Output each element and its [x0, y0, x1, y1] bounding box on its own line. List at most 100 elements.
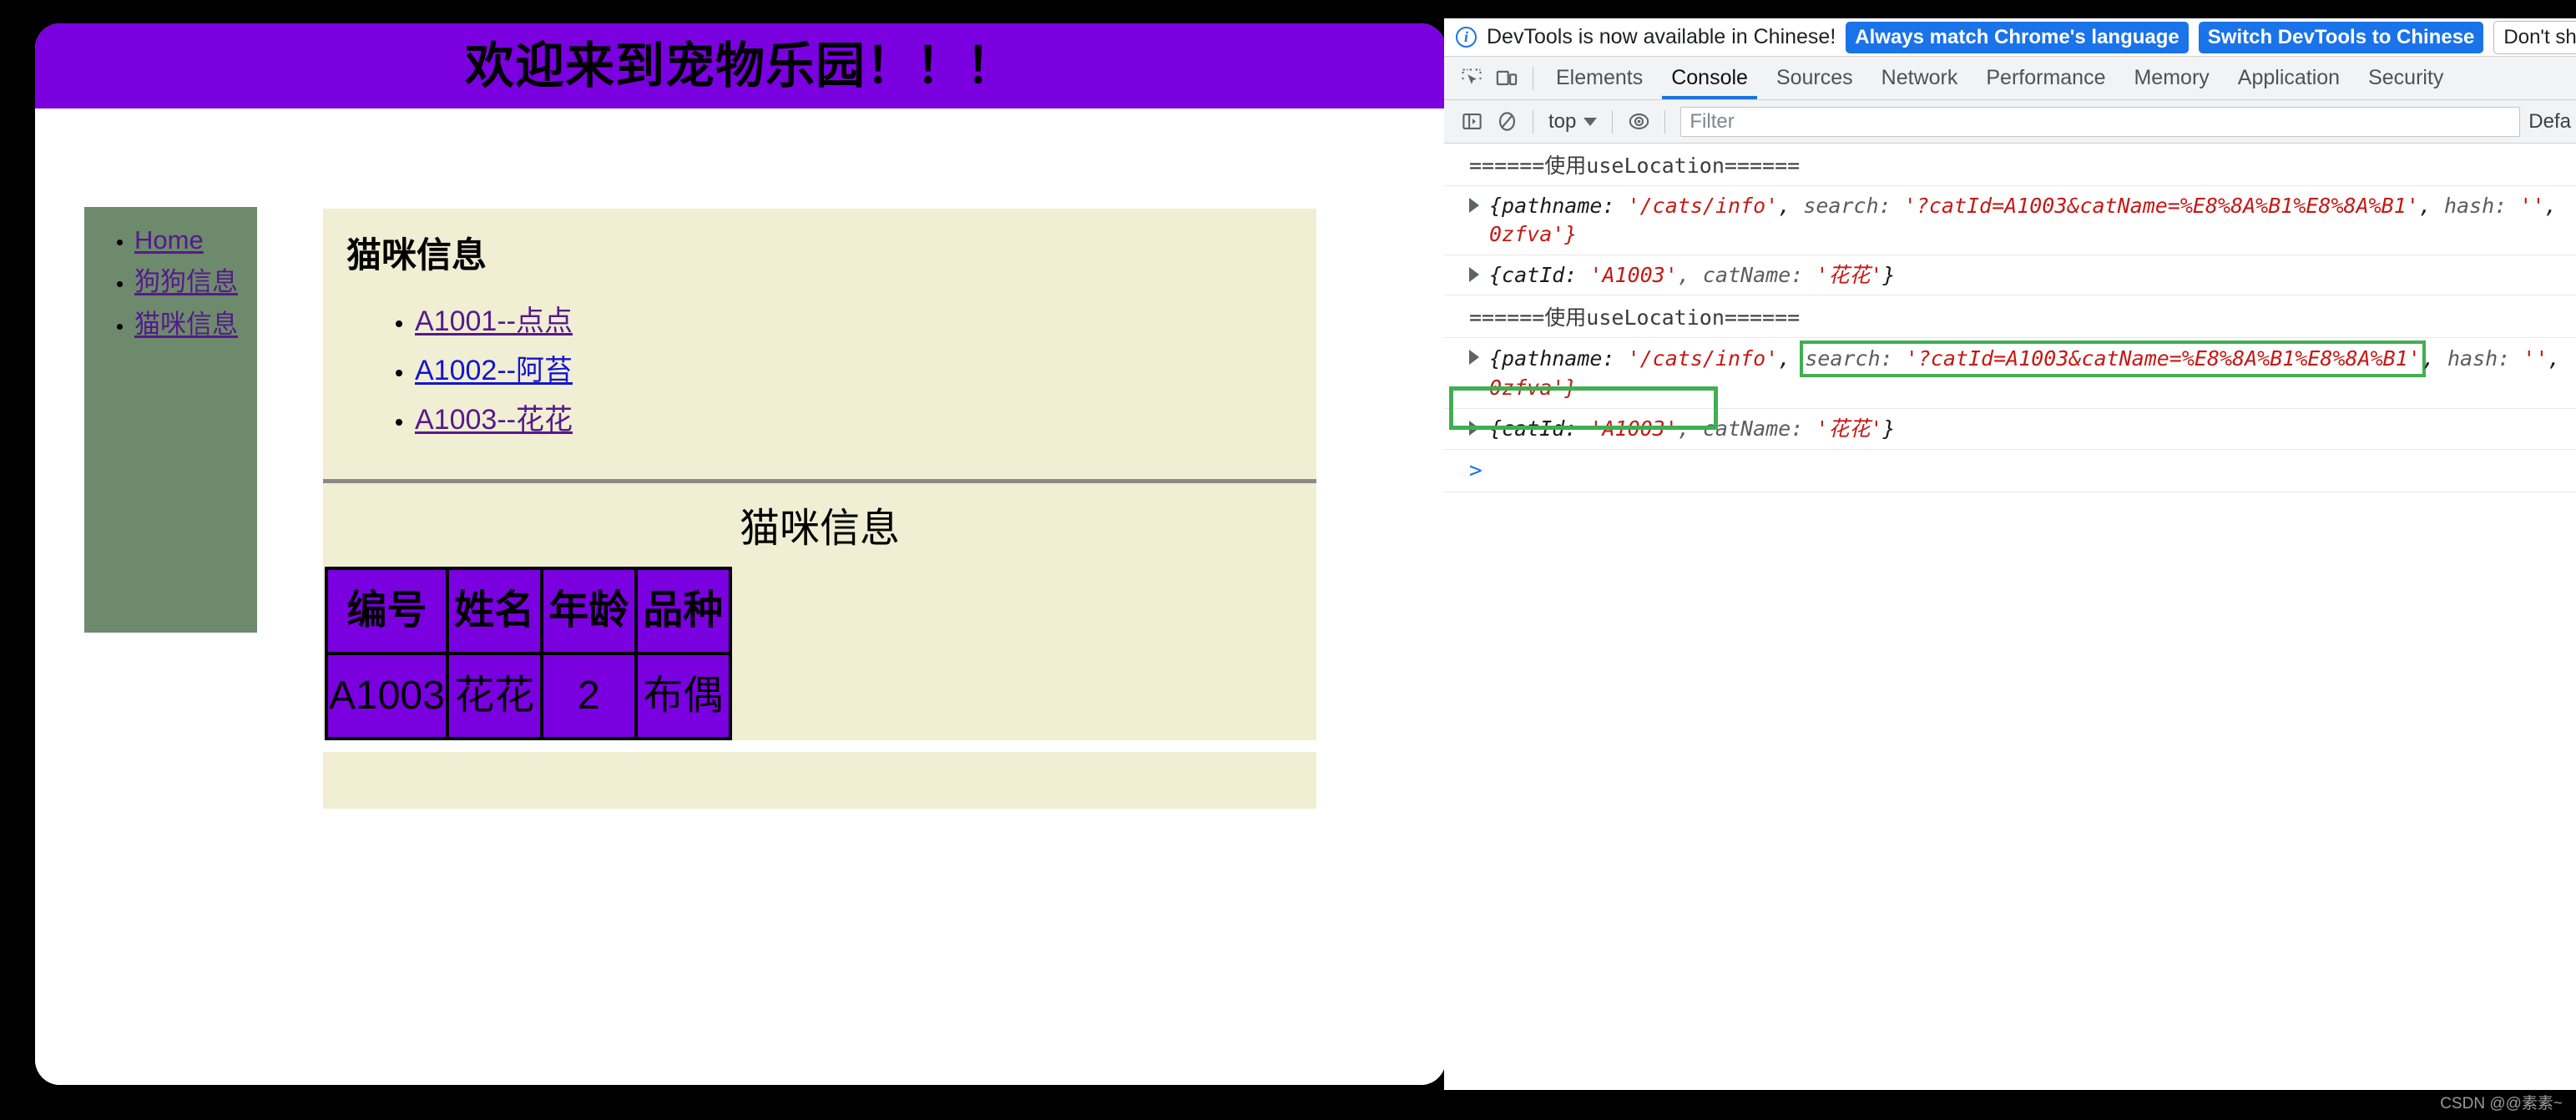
tab-memory[interactable]: Memory — [2119, 57, 2223, 99]
tab-application[interactable]: Application — [2224, 57, 2354, 99]
cat-link-a1002[interactable]: A1002--阿苔 — [415, 355, 573, 386]
log-object-row-cat-1[interactable]: {catId: 'A1003', catName: '花花'} — [1444, 255, 2576, 296]
obj-comma: , — [2544, 194, 2557, 218]
obj-search-key: search: — [1803, 194, 1903, 218]
execution-context-dropdown[interactable]: top — [1542, 110, 1604, 134]
obj-comma: , — [2422, 346, 2447, 371]
column-header-age: 年龄 — [542, 568, 636, 653]
always-match-language-button[interactable]: Always match Chrome's language — [1846, 22, 2189, 53]
obj-search-key: search: — [1805, 346, 1905, 371]
info-icon: i — [1456, 27, 1477, 48]
obj-catname-value: '花花' — [1816, 263, 1882, 287]
log-separator-row: ======使用useLocation====== — [1444, 295, 2576, 338]
table-row: A1003 花花 2 布偶 — [326, 653, 730, 739]
cat-detail-section: 猫咪信息 编号 姓名 年龄 品种 A1003 — [323, 483, 1316, 752]
tab-performance[interactable]: Performance — [1972, 57, 2119, 99]
page-title: 欢迎来到宠物乐园！！！ — [465, 42, 1016, 91]
table-header-row: 编号 姓名 年龄 品种 — [326, 568, 730, 653]
log-object-row-location-2[interactable]: {pathname: '/cats/info', search: '?catId… — [1444, 338, 2576, 409]
tab-console[interactable]: Console — [1657, 57, 1762, 99]
tab-network[interactable]: Network — [1867, 57, 1972, 99]
banner-message: DevTools is now available in Chinese! — [1487, 25, 1836, 49]
console-prompt-row[interactable]: > — [1444, 450, 2576, 492]
obj-prefix: {pathname: — [1489, 346, 1628, 371]
tab-security[interactable]: Security — [2354, 57, 2457, 99]
device-toolbar-icon[interactable] — [1489, 61, 1524, 96]
obj-catname-key: , catName: — [1678, 416, 1816, 441]
list-item: Home — [134, 225, 257, 255]
obj-comma: , — [2419, 194, 2444, 218]
obj-catname-key: , catName: — [1678, 263, 1816, 287]
csdn-watermark: CSDN @@素素~ — [2440, 1091, 2563, 1113]
tab-elements[interactable]: Elements — [1542, 57, 1657, 99]
obj-hash-value: '' — [2523, 346, 2548, 371]
console-prompt-caret-icon: > — [1469, 458, 1482, 483]
list-item: 狗狗信息 — [134, 260, 257, 298]
cell-breed: 布偶 — [636, 653, 730, 739]
log-levels-dropdown[interactable]: Defa — [2520, 110, 2571, 134]
obj-pathname-value: '/cats/info' — [1628, 194, 1779, 218]
screenshot-root: 欢迎来到宠物乐园！！！ Home 狗狗信息 猫咪信息 — [0, 0, 2576, 1120]
list-item: A1001--点点 — [415, 298, 1316, 339]
log-object-text: {pathname: '/cats/info', search: '?catId… — [1444, 344, 2576, 402]
obj-hash-value: '' — [2519, 194, 2544, 218]
cat-link-a1003[interactable]: A1003--花花 — [415, 404, 573, 436]
sidebar-item-dogs[interactable]: 狗狗信息 — [134, 267, 238, 296]
tab-sources[interactable]: Sources — [1762, 57, 1867, 99]
cat-link-list: A1001--点点 A1002--阿苔 A1003--花花 — [323, 298, 1316, 437]
cat-link-a1001[interactable]: A1001--点点 — [415, 305, 573, 337]
dont-show-again-button[interactable]: Don't sho — [2493, 21, 2576, 54]
cat-info-table: 编号 姓名 年龄 品种 A1003 花花 2 布偶 — [325, 567, 732, 740]
chevron-down-icon — [1583, 118, 1597, 126]
column-header-id: 编号 — [326, 568, 447, 653]
sidebar-item-home[interactable]: Home — [134, 225, 204, 255]
obj-comma: , — [1778, 194, 1803, 218]
cat-list-section: 猫咪信息 A1001--点点 A1002--阿苔 A1003--花花 — [323, 209, 1316, 479]
obj-hash-key: hash: — [2447, 346, 2523, 371]
content-footer-strip — [323, 752, 1316, 809]
sidebar-list: Home 狗狗信息 猫咪信息 — [84, 207, 257, 341]
console-log-area[interactable]: ======使用useLocation====== {pathname: '/c… — [1444, 144, 2576, 1090]
table-head: 编号 姓名 年龄 品种 — [326, 568, 730, 653]
clear-console-icon[interactable] — [1489, 104, 1524, 139]
sidebar-item-cats[interactable]: 猫咪信息 — [134, 310, 238, 339]
obj-wrap-tail: 0zfva'} — [1489, 376, 1577, 400]
table-body: A1003 花花 2 布偶 — [326, 653, 730, 739]
obj-prefix: {catId: — [1489, 416, 1589, 441]
obj-comma: , — [1778, 346, 1803, 371]
page-banner: 欢迎来到宠物乐园！！！ — [35, 23, 1446, 108]
cell-name: 花花 — [447, 653, 542, 739]
live-expression-eye-icon[interactable] — [1621, 104, 1656, 139]
toolbar-divider — [1664, 110, 1665, 134]
list-item: A1003--花花 — [415, 396, 1316, 437]
obj-wrap-tail: 0zfva'} — [1489, 222, 1577, 246]
obj-suffix: } — [1882, 416, 1895, 441]
console-toolbar: top Defa — [1444, 100, 2576, 144]
filter-input[interactable] — [1680, 107, 2520, 137]
obj-catid-value: 'A1003' — [1589, 416, 1677, 441]
obj-suffix: } — [1882, 263, 1895, 287]
log-separator-text: ======使用useLocation====== — [1444, 149, 2576, 179]
log-object-row-location-1[interactable]: {pathname: '/cats/info', search: '?catId… — [1444, 186, 2576, 255]
log-object-text: {pathname: '/cats/info', search: '?catId… — [1444, 192, 2576, 249]
obj-search-value: '?catId=A1003&catName=%E8%8A%B1%E8%8A%B1… — [1904, 194, 2419, 218]
list-item: A1002--阿苔 — [415, 347, 1316, 388]
log-object-text: {catId: 'A1003', catName: '花花'} — [1444, 415, 2576, 443]
rendered-webpage: 欢迎来到宠物乐园！！！ Home 狗狗信息 猫咪信息 — [35, 23, 1446, 1085]
log-separator-row: ======使用useLocation====== — [1444, 144, 2576, 186]
obj-hash-key: hash: — [2444, 194, 2519, 218]
console-sidebar-toggle-icon[interactable] — [1454, 104, 1489, 139]
devtools-panel: i DevTools is now available in Chinese! … — [1444, 18, 2576, 1090]
devtools-tab-bar: Elements Console Sources Network Perform… — [1444, 57, 2576, 100]
obj-catname-value: '花花' — [1816, 416, 1882, 441]
inspect-element-icon[interactable] — [1454, 61, 1489, 96]
log-separator-text: ======使用useLocation====== — [1444, 301, 2576, 331]
sidebar-nav: Home 狗狗信息 猫咪信息 — [84, 207, 257, 633]
list-item: 猫咪信息 — [134, 303, 257, 341]
column-header-breed: 品种 — [636, 568, 730, 653]
execution-context-label: top — [1548, 110, 1576, 134]
main-content-panel: 猫咪信息 A1001--点点 A1002--阿苔 A1003--花花 — [323, 209, 1316, 809]
log-object-row-cat-2[interactable]: {catId: 'A1003', catName: '花花'} — [1444, 409, 2576, 450]
log-object-text: {catId: 'A1003', catName: '花花'} — [1444, 261, 2576, 290]
switch-to-chinese-button[interactable]: Switch DevTools to Chinese — [2199, 22, 2484, 53]
